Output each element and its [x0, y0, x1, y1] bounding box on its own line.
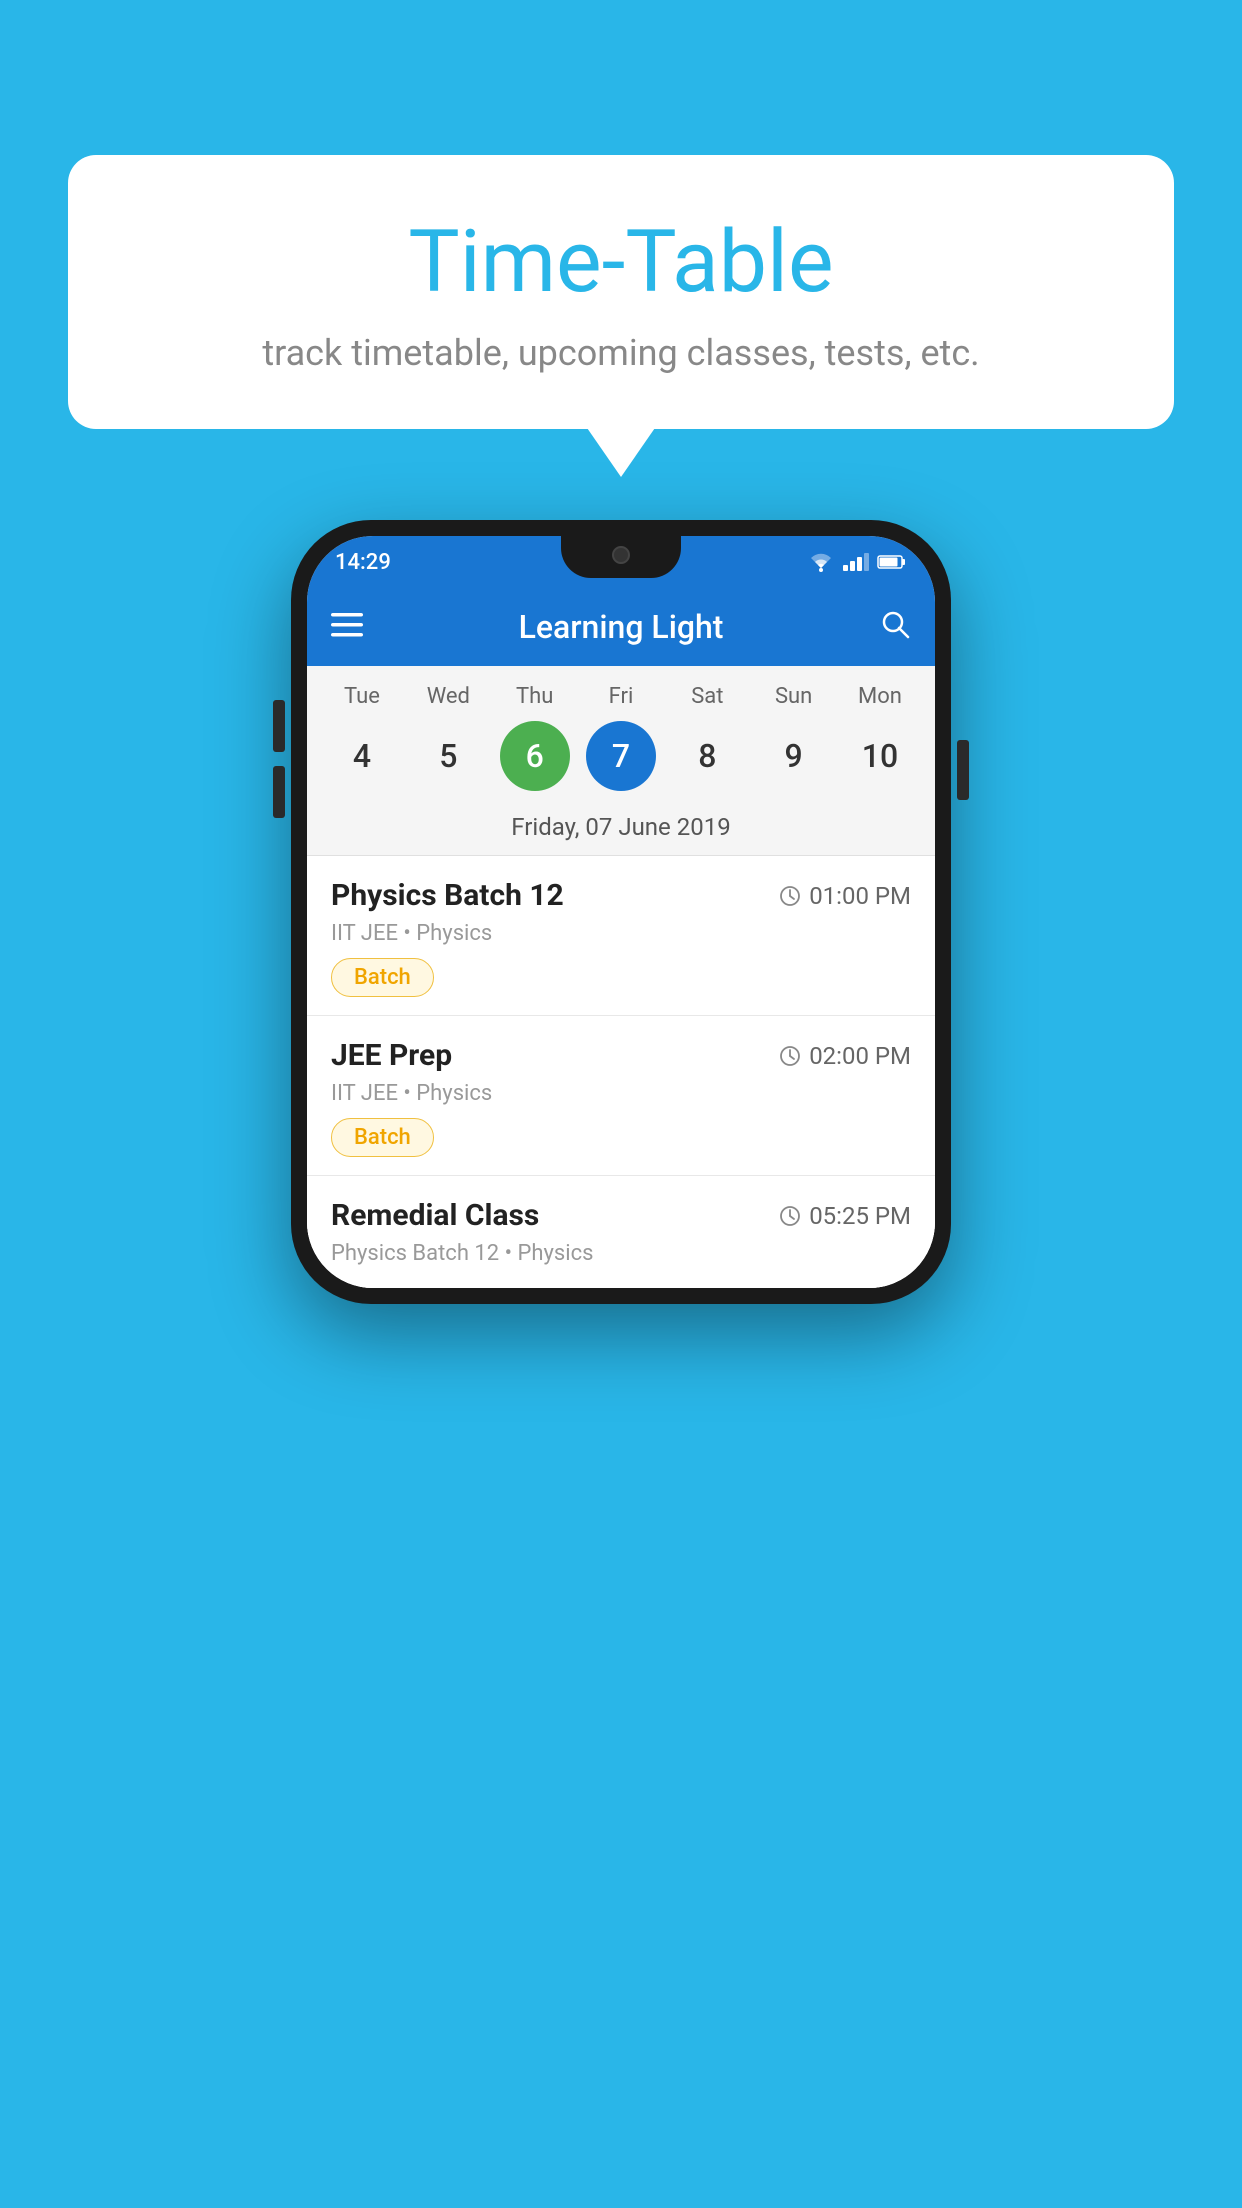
event-header-3: Remedial Class 05:25 PM — [331, 1198, 911, 1233]
events-list: Physics Batch 12 01:00 PM IIT JEE • Phys… — [307, 856, 935, 1288]
phone-mockup: 14:29 — [291, 520, 951, 1304]
event-item-remedial[interactable]: Remedial Class 05:25 PM Physics Batch 12… — [307, 1176, 935, 1288]
day-label-thu: Thu — [500, 684, 570, 709]
date-4[interactable]: 4 — [327, 721, 397, 791]
event-time-text-1: 01:00 PM — [809, 882, 911, 910]
event-title-1: Physics Batch 12 — [331, 878, 564, 913]
clock-icon-3 — [779, 1205, 801, 1227]
side-buttons — [957, 740, 969, 800]
event-meta-3: Physics Batch 12 • Physics — [331, 1241, 911, 1266]
day-label-sun: Sun — [759, 684, 829, 709]
event-item-jee-prep[interactable]: JEE Prep 02:00 PM IIT JEE • Physics Batc… — [307, 1016, 935, 1176]
battery-icon — [877, 553, 907, 571]
event-meta-2: IIT JEE • Physics — [331, 1081, 911, 1106]
date-8[interactable]: 8 — [672, 721, 742, 791]
event-time-1: 01:00 PM — [779, 882, 911, 910]
search-icon[interactable] — [879, 608, 911, 647]
event-header-2: JEE Prep 02:00 PM — [331, 1038, 911, 1073]
day-label-fri: Fri — [586, 684, 656, 709]
event-item-physics-batch[interactable]: Physics Batch 12 01:00 PM IIT JEE • Phys… — [307, 856, 935, 1016]
event-badge-1: Batch — [331, 958, 434, 997]
speech-bubble: Time-Table track timetable, upcoming cla… — [68, 155, 1174, 429]
signal-icon — [843, 553, 869, 571]
volume-up-button[interactable] — [273, 700, 285, 752]
volume-down-button[interactable] — [273, 766, 285, 818]
calendar-days-header: Tue Wed Thu Fri Sat Sun Mon — [307, 666, 935, 715]
phone-screen: 14:29 — [307, 536, 935, 1288]
clock-icon-2 — [779, 1045, 801, 1067]
event-time-text-3: 05:25 PM — [809, 1202, 911, 1230]
selected-date-label: Friday, 07 June 2019 — [307, 805, 935, 856]
status-time: 14:29 — [335, 550, 391, 575]
event-time-2: 02:00 PM — [779, 1042, 911, 1070]
event-badge-2: Batch — [331, 1118, 434, 1157]
date-9[interactable]: 9 — [759, 721, 829, 791]
status-icons — [807, 552, 907, 572]
app-bar-title: Learning Light — [383, 608, 859, 646]
power-button[interactable] — [957, 740, 969, 800]
date-6-today[interactable]: 6 — [500, 721, 570, 791]
date-7-selected[interactable]: 7 — [586, 721, 656, 791]
date-10[interactable]: 10 — [845, 721, 915, 791]
day-label-wed: Wed — [413, 684, 483, 709]
hamburger-menu-icon[interactable] — [331, 611, 363, 644]
bubble-subtitle: track timetable, upcoming classes, tests… — [108, 332, 1134, 374]
camera-icon — [612, 546, 630, 564]
event-title-2: JEE Prep — [331, 1038, 452, 1073]
status-bar: 14:29 — [307, 536, 935, 588]
day-label-tue: Tue — [327, 684, 397, 709]
event-time-3: 05:25 PM — [779, 1202, 911, 1230]
bubble-title: Time-Table — [108, 215, 1134, 310]
calendar-section: Tue Wed Thu Fri Sat Sun Mon 4 5 6 7 8 9 … — [307, 666, 935, 856]
speech-bubble-container: Time-Table track timetable, upcoming cla… — [68, 155, 1174, 429]
notch — [561, 536, 681, 578]
event-time-text-2: 02:00 PM — [809, 1042, 911, 1070]
date-5[interactable]: 5 — [413, 721, 483, 791]
calendar-dates: 4 5 6 7 8 9 10 — [307, 715, 935, 805]
day-label-mon: Mon — [845, 684, 915, 709]
left-buttons — [273, 700, 285, 818]
clock-icon-1 — [779, 885, 801, 907]
app-bar: Learning Light — [307, 588, 935, 666]
wifi-icon — [807, 552, 835, 572]
day-label-sat: Sat — [672, 684, 742, 709]
phone-outer: 14:29 — [291, 520, 951, 1304]
event-header-1: Physics Batch 12 01:00 PM — [331, 878, 911, 913]
event-title-3: Remedial Class — [331, 1198, 539, 1233]
event-meta-1: IIT JEE • Physics — [331, 921, 911, 946]
